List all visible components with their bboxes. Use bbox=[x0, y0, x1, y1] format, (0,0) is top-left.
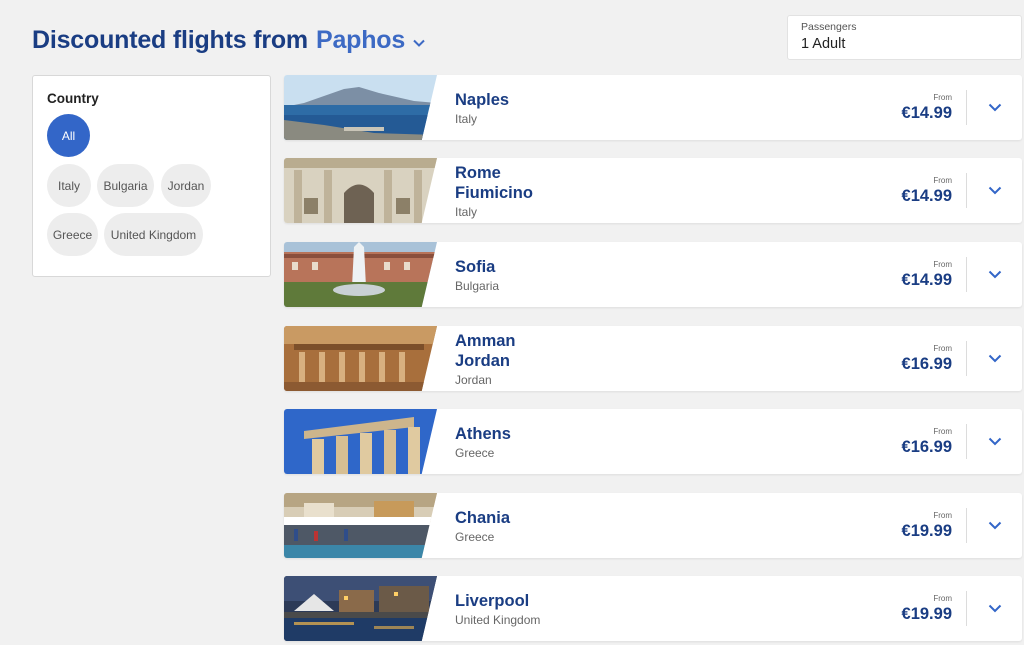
destination-city: Naples bbox=[455, 90, 510, 109]
destination-image bbox=[284, 75, 437, 140]
price-amount: €19.99 bbox=[901, 521, 952, 540]
flight-price: From €16.99 bbox=[832, 409, 952, 474]
expand-button[interactable] bbox=[983, 262, 1007, 286]
country-chip-italy[interactable]: Italy bbox=[47, 164, 91, 207]
destination-country: Bulgaria bbox=[455, 278, 500, 293]
flight-price: From €14.99 bbox=[832, 75, 952, 140]
flight-info: Rome Fiumicino Italy bbox=[455, 158, 735, 223]
divider bbox=[966, 424, 967, 459]
flight-card-sofia[interactable]: Sofia Bulgaria From €14.99 bbox=[284, 242, 1022, 307]
flight-info: Chania Greece bbox=[455, 493, 735, 558]
destination-country: Greece bbox=[455, 529, 495, 544]
country-chip-jordan[interactable]: Jordan bbox=[161, 164, 211, 207]
flight-price: From €14.99 bbox=[832, 242, 952, 307]
country-filter-panel: Country All Italy Bulgaria Jordan Greece… bbox=[32, 75, 271, 277]
price-amount: €16.99 bbox=[901, 354, 952, 373]
destination-image bbox=[284, 493, 437, 558]
destination-image bbox=[284, 326, 437, 391]
country-chip-united-kingdom[interactable]: United Kingdom bbox=[104, 213, 203, 256]
flight-card-liverpool[interactable]: Liverpool United Kingdom From €19.99 bbox=[284, 576, 1022, 641]
flight-info: Amman Jordan Jordan bbox=[455, 326, 735, 391]
flight-info: Liverpool United Kingdom bbox=[455, 576, 735, 641]
destination-country: United Kingdom bbox=[455, 612, 541, 627]
expand-button[interactable] bbox=[983, 429, 1007, 453]
page-title: Discounted flights from Paphos bbox=[32, 26, 426, 55]
expand-button[interactable] bbox=[983, 346, 1007, 370]
destination-image bbox=[284, 409, 437, 474]
destination-country: Italy bbox=[455, 204, 478, 219]
passengers-field[interactable]: Passengers 1 Adult bbox=[787, 15, 1022, 60]
destination-city: Rome Fiumicino bbox=[455, 163, 533, 202]
divider bbox=[966, 508, 967, 543]
country-chip-greece[interactable]: Greece bbox=[47, 213, 98, 256]
chevron-down-icon[interactable] bbox=[412, 36, 426, 50]
divider bbox=[966, 341, 967, 376]
flight-price: From €19.99 bbox=[832, 576, 952, 641]
chevron-down-icon bbox=[988, 103, 1002, 112]
destination-city: Liverpool bbox=[455, 591, 530, 610]
chevron-down-icon bbox=[988, 604, 1002, 613]
price-amount: €14.99 bbox=[901, 103, 952, 122]
flight-info: Sofia Bulgaria bbox=[455, 242, 735, 307]
chevron-down-icon bbox=[988, 354, 1002, 363]
expand-button[interactable] bbox=[983, 178, 1007, 202]
divider bbox=[966, 173, 967, 208]
destination-city: Chania bbox=[455, 508, 511, 527]
price-from-label: From bbox=[933, 175, 952, 185]
price-from-label: From bbox=[933, 510, 952, 520]
destination-city: Amman Jordan bbox=[455, 331, 516, 370]
flight-price: From €14.99 bbox=[832, 158, 952, 223]
page-title-text: Discounted flights from bbox=[32, 26, 308, 54]
flight-card-amman-jordan[interactable]: Amman Jordan Jordan From €16.99 bbox=[284, 326, 1022, 391]
destination-country: Greece bbox=[455, 445, 495, 460]
destination-city: Athens bbox=[455, 424, 511, 443]
passengers-value[interactable]: 1 Adult bbox=[801, 36, 1008, 52]
destination-city: Sofia bbox=[455, 257, 496, 276]
passengers-label: Passengers bbox=[801, 21, 857, 33]
price-from-label: From bbox=[933, 92, 952, 102]
divider bbox=[966, 90, 967, 125]
chevron-down-icon bbox=[988, 521, 1002, 530]
flight-price: From €19.99 bbox=[832, 493, 952, 558]
country-chip-all[interactable]: All bbox=[47, 114, 90, 157]
expand-button[interactable] bbox=[983, 95, 1007, 119]
destination-country: Jordan bbox=[455, 372, 492, 387]
flight-card-rome-fiumicino[interactable]: Rome Fiumicino Italy From €14.99 bbox=[284, 158, 1022, 223]
divider bbox=[966, 257, 967, 292]
price-from-label: From bbox=[933, 343, 952, 353]
price-from-label: From bbox=[933, 426, 952, 436]
price-amount: €16.99 bbox=[901, 437, 952, 456]
flight-info: Naples Italy bbox=[455, 75, 735, 140]
expand-button[interactable] bbox=[983, 596, 1007, 620]
price-amount: €14.99 bbox=[901, 270, 952, 289]
price-amount: €19.99 bbox=[901, 604, 952, 623]
destination-image bbox=[284, 242, 437, 307]
country-chip-bulgaria[interactable]: Bulgaria bbox=[97, 164, 154, 207]
chevron-down-icon bbox=[988, 270, 1002, 279]
flight-info: Athens Greece bbox=[455, 409, 735, 474]
destination-image bbox=[284, 158, 437, 223]
destination-country: Italy bbox=[455, 111, 478, 126]
destination-image bbox=[284, 576, 437, 641]
price-amount: €14.99 bbox=[901, 186, 952, 205]
flight-card-athens[interactable]: Athens Greece From €16.99 bbox=[284, 409, 1022, 474]
divider bbox=[966, 591, 967, 626]
expand-button[interactable] bbox=[983, 513, 1007, 537]
origin-selector[interactable]: Paphos bbox=[316, 26, 405, 55]
price-from-label: From bbox=[933, 593, 952, 603]
price-from-label: From bbox=[933, 259, 952, 269]
chevron-down-icon bbox=[988, 437, 1002, 446]
chevron-down-icon bbox=[988, 186, 1002, 195]
flight-card-naples[interactable]: Naples Italy From €14.99 bbox=[284, 75, 1022, 140]
flight-price: From €16.99 bbox=[832, 326, 952, 391]
flight-card-chania[interactable]: Chania Greece From €19.99 bbox=[284, 493, 1022, 558]
country-filter-title: Country bbox=[47, 91, 99, 106]
